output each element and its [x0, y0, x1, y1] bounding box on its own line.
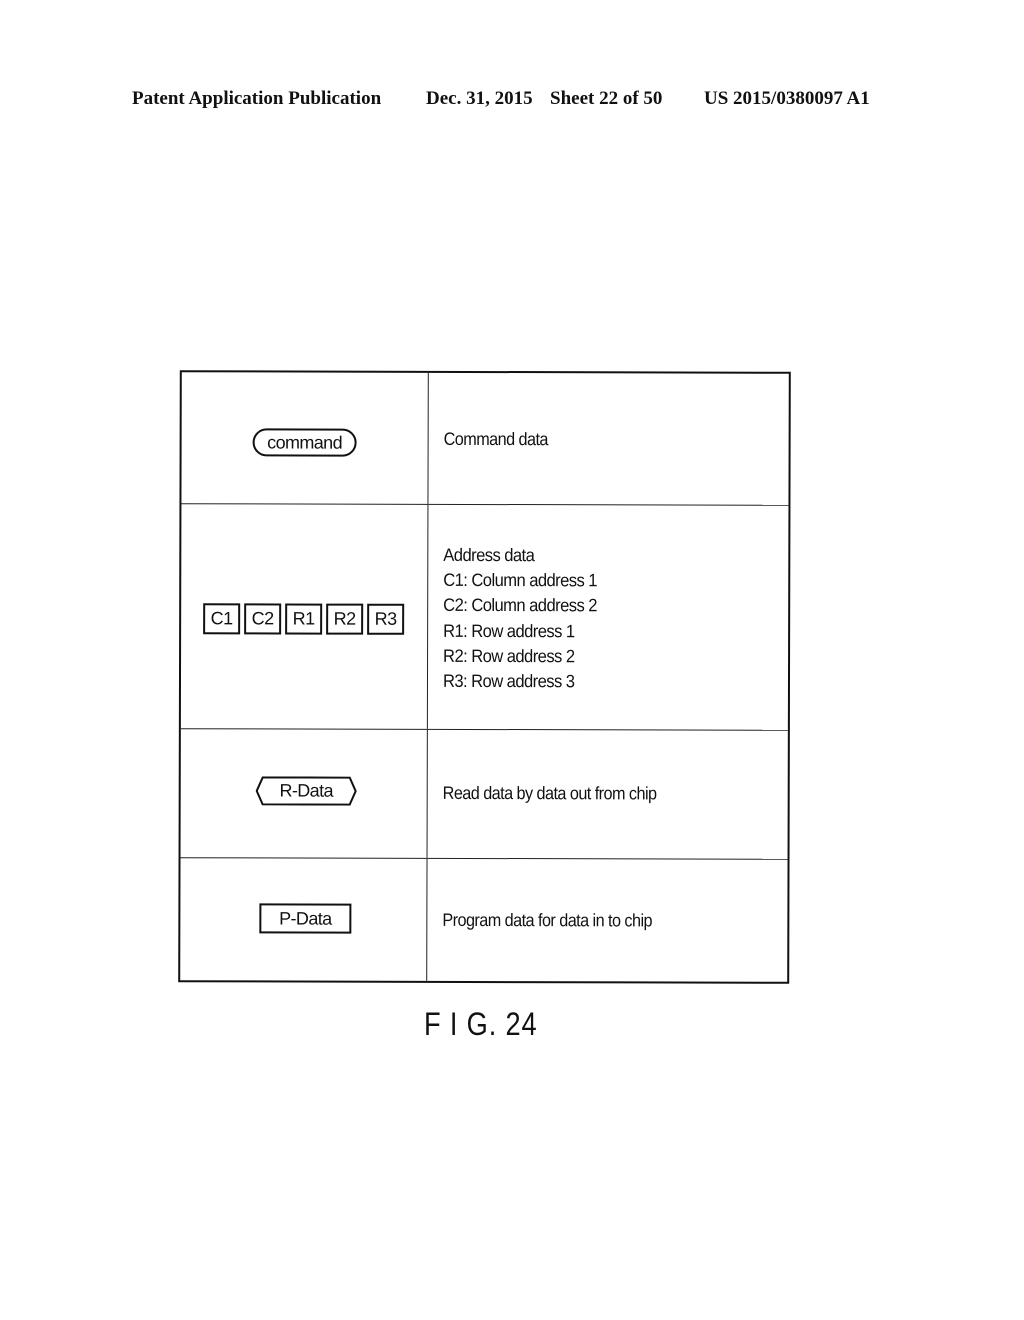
address-box-c1: C1 [203, 603, 241, 635]
description-cell: Address data C1: Column address 1 C2: Co… [428, 505, 789, 730]
command-symbol: command [252, 428, 357, 457]
publication-date: Dec. 31, 2015 [426, 88, 533, 109]
symbol-legend-table: command Command data C1 C2 R1 R2 R3 Addr… [178, 370, 791, 984]
symbol-cell: command [181, 372, 429, 504]
patent-number: US 2015/0380097 A1 [704, 88, 870, 109]
publication-title: Patent Application Publication [132, 88, 382, 109]
address-box-r2: R2 [326, 603, 364, 635]
address-box-r1: R1 [285, 603, 323, 635]
address-box-c2: C2 [244, 603, 282, 635]
table-row-program-data: P-Data Program data for data in to chip [180, 858, 787, 982]
read-data-label: R-Data [279, 780, 333, 801]
program-data-symbol: P-Data [259, 903, 352, 934]
read-data-symbol: R-Data [255, 776, 357, 806]
address-line: R1: Row address 1 [443, 620, 575, 641]
address-description: Address data C1: Column address 1 C2: Co… [443, 543, 597, 695]
program-data-description: Program data for data in to chip [442, 909, 653, 931]
description-cell: Command data [428, 373, 788, 505]
symbol-cell: C1 C2 R1 R2 R3 [180, 504, 429, 729]
page-header: Patent Application Publication Dec. 31, … [0, 88, 1024, 114]
address-line: R2: Row address 2 [443, 645, 575, 667]
description-cell: Program data for data in to chip [427, 859, 787, 982]
address-symbols: C1 C2 R1 R2 R3 [203, 603, 405, 635]
table-row-command: command Command data [181, 372, 789, 506]
address-box-r3: R3 [367, 603, 405, 635]
figure-label: F I G. 24 [424, 1006, 538, 1042]
symbol-cell: P-Data [180, 858, 428, 981]
address-line: C1: Column address 1 [443, 570, 598, 591]
symbol-cell: R-Data [180, 729, 428, 858]
address-line: R3: Row address 3 [442, 670, 575, 692]
table-row-address: C1 C2 R1 R2 R3 Address data C1: Column a… [180, 504, 789, 731]
sheet-number: Sheet 22 of 50 [550, 88, 663, 109]
address-line: C2: Column address 2 [443, 595, 597, 616]
command-description: Command data [443, 428, 548, 450]
table-row-read-data: R-Data Read data by data out from chip [180, 729, 788, 860]
description-cell: Read data by data out from chip [428, 730, 788, 859]
read-data-description: Read data by data out from chip [442, 782, 657, 804]
address-line: Address data [443, 544, 535, 566]
